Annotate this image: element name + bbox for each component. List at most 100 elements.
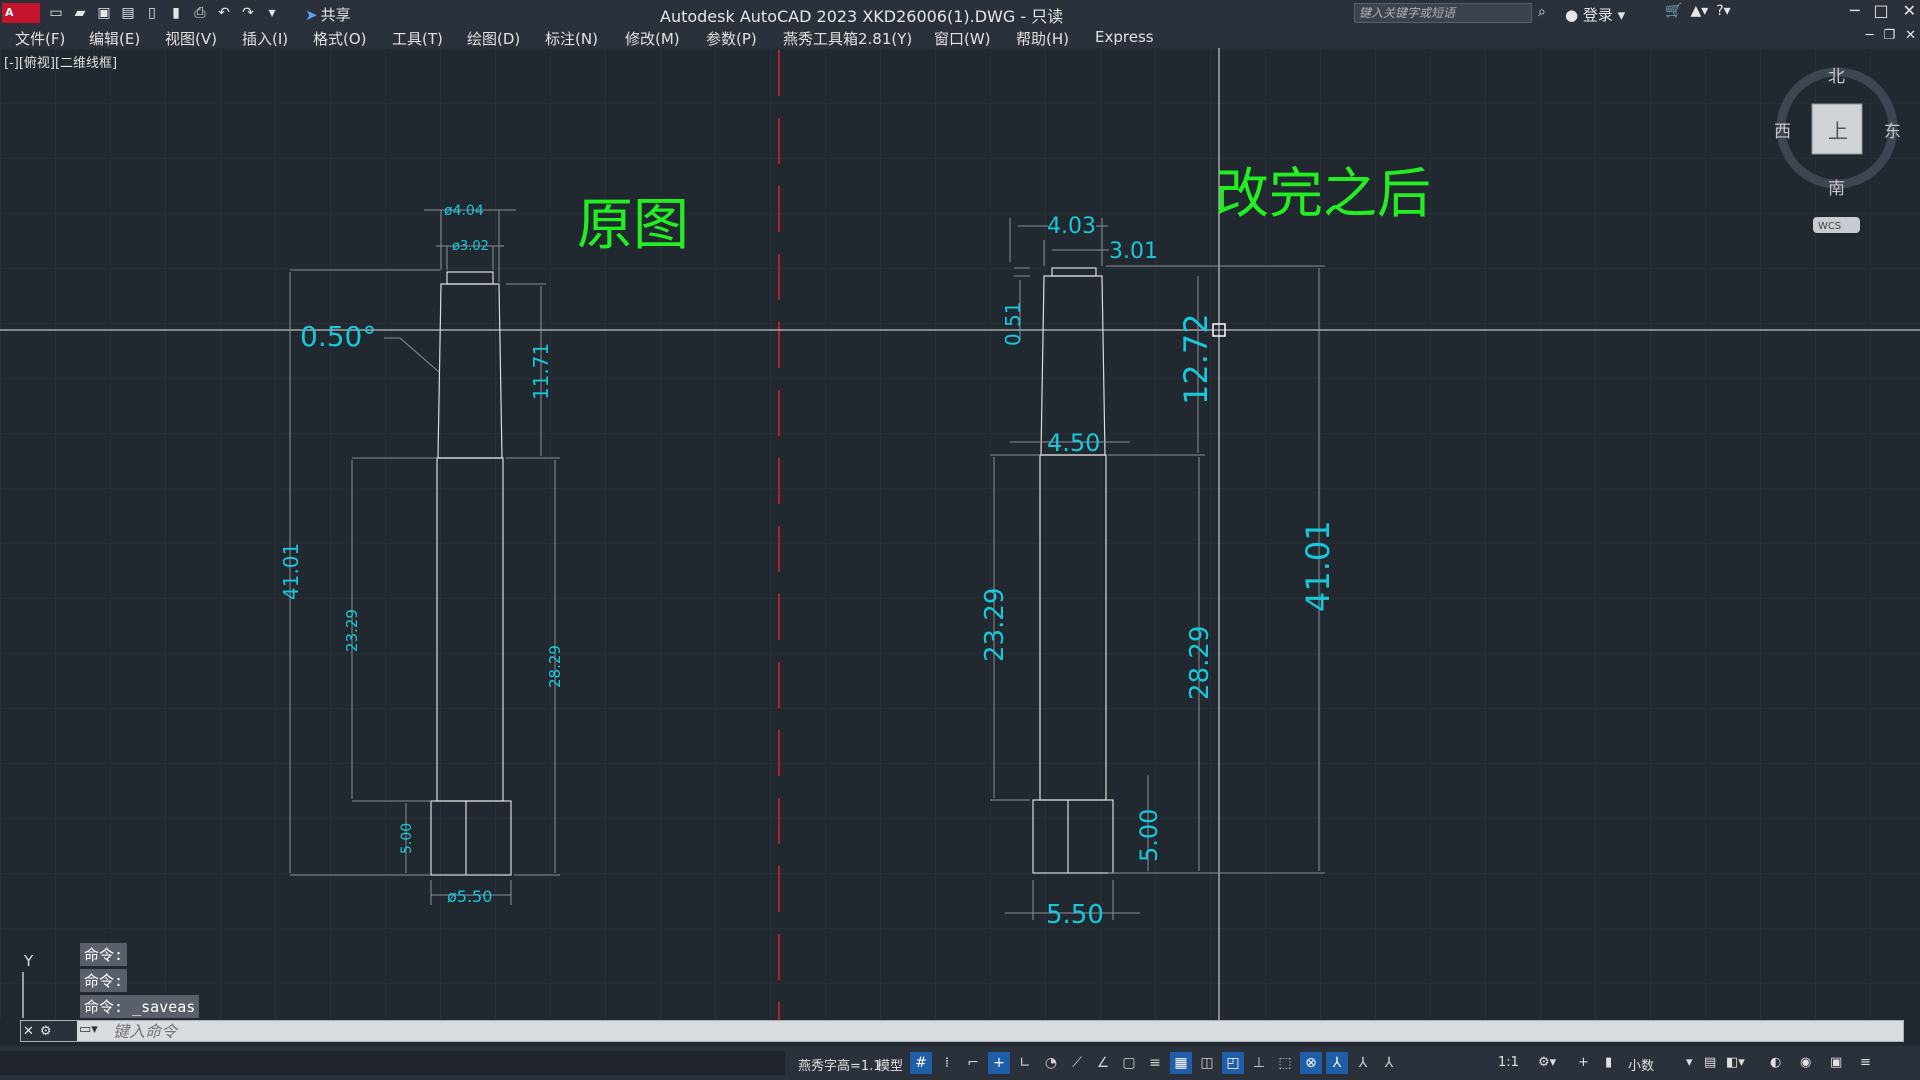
dim-inner-dia: ø3.02 bbox=[452, 239, 489, 254]
menu-window[interactable]: 窗口(W) bbox=[934, 28, 991, 49]
undo-icon[interactable]: ↶ bbox=[214, 3, 234, 23]
a360-icon[interactable]: ▲▾ bbox=[1690, 3, 1708, 19]
menu-dimension[interactable]: 标注(N) bbox=[545, 28, 598, 49]
drawing-canvas[interactable]: ø4.04 ø3.02 0.50° 11.71 41.01 23.29 28.2… bbox=[0, 48, 1920, 1020]
clean-screen-icon[interactable]: ▣ bbox=[1830, 1055, 1842, 1070]
viewport-label[interactable]: [-][俯视][二维线框] bbox=[4, 52, 117, 71]
dim-angle: 0.50° bbox=[300, 320, 376, 353]
quick-properties-icon[interactable]: ▤ bbox=[1704, 1055, 1716, 1070]
close-cmd-icon[interactable]: ✕ bbox=[23, 1024, 34, 1039]
workspace-gear-icon[interactable]: ⚙▾ bbox=[1538, 1055, 1556, 1070]
compass-north[interactable]: 北 bbox=[1828, 67, 1845, 87]
properties-icon[interactable]: ▮ bbox=[1605, 1055, 1612, 1070]
dim-r-body-right: 28.29 bbox=[1185, 626, 1215, 700]
annotation-visibility-icon[interactable]: ⅄ bbox=[1326, 1052, 1348, 1074]
menu-view[interactable]: 视图(V) bbox=[165, 28, 217, 49]
dim-r-step: 0.51 bbox=[1001, 301, 1025, 346]
lineweight-icon[interactable]: ≡ bbox=[1144, 1052, 1166, 1074]
transparency-icon[interactable]: ▦ bbox=[1170, 1052, 1192, 1074]
app-logo[interactable]: A CAD bbox=[2, 3, 40, 39]
customize-wrench-icon[interactable]: ⚙ bbox=[40, 1024, 52, 1039]
help-icon[interactable]: ?▾ bbox=[1716, 3, 1730, 19]
grid-toggle-icon[interactable]: # bbox=[910, 1052, 932, 1074]
menu-help[interactable]: 帮助(H) bbox=[1016, 28, 1069, 49]
print-icon[interactable]: ⎙ bbox=[190, 3, 210, 23]
selection-filter-icon[interactable]: ⬚ bbox=[1274, 1052, 1296, 1074]
ortho-icon[interactable]: ∟ bbox=[1014, 1052, 1036, 1074]
menu-modify[interactable]: 修改(M) bbox=[625, 28, 680, 49]
command-input[interactable] bbox=[113, 1022, 1873, 1040]
close-icon[interactable]: ✕ bbox=[1903, 1, 1916, 20]
infer-constraints-icon[interactable]: ⌐ bbox=[962, 1052, 984, 1074]
open-folder-icon[interactable]: ▰ bbox=[70, 3, 90, 23]
units-display[interactable]: 小数 bbox=[1628, 1055, 1654, 1074]
menu-file[interactable]: 文件(F) bbox=[15, 28, 65, 49]
status-bar: 燕秀字高=1.1 模型 # ⁞ ⌐ + ∟ ◔ ⟋ ∠ ▢ ≡ ▦ ◫ ◰ ⊥ … bbox=[0, 1046, 1920, 1080]
menu-yanxiu-toolbox[interactable]: 燕秀工具箱2.81(Y) bbox=[783, 28, 912, 49]
title-bar: A CAD ▭ ▰ ▣ ▤ ▯ ▮ ⎙ ↶ ↷ ▾ ➤共享 Autodesk A… bbox=[0, 0, 1920, 39]
object-snap-tracking-icon[interactable]: ∠ bbox=[1092, 1052, 1114, 1074]
selection-cycling-icon[interactable]: ◫ bbox=[1196, 1052, 1218, 1074]
menu-draw[interactable]: 绘图(D) bbox=[467, 28, 520, 49]
save-as-icon[interactable]: ▤ bbox=[118, 3, 138, 23]
doc-minimize-icon[interactable]: ─ bbox=[1866, 28, 1874, 43]
window-controls: ─ □ ✕ bbox=[1850, 1, 1916, 20]
quick-access-toolbar: ▭ ▰ ▣ ▤ ▯ ▮ ⎙ ↶ ↷ ▾ bbox=[46, 3, 282, 23]
dynamic-input-icon[interactable]: + bbox=[988, 1052, 1010, 1074]
dim-r-overall: 41.01 bbox=[1299, 520, 1337, 612]
status-toggles: # ⁞ ⌐ + ∟ ◔ ⟋ ∠ ▢ ≡ ▦ ◫ ◰ ⊥ ⬚ ⊗ ⅄ ⅄ ⅄ bbox=[910, 1052, 1400, 1074]
object-snap-icon[interactable]: ▢ bbox=[1118, 1052, 1140, 1074]
command-history-line: 命令: _saveas bbox=[80, 995, 200, 1018]
dim-base: 5.00 bbox=[399, 823, 415, 854]
doc-close-icon[interactable]: ✕ bbox=[1905, 28, 1916, 43]
share-button[interactable]: ➤ 共享 bbox=[305, 4, 351, 25]
dim-base-dia: ø5.50 bbox=[447, 887, 492, 906]
compass-east[interactable]: 东 bbox=[1884, 122, 1901, 142]
minimize-icon[interactable]: ─ bbox=[1850, 1, 1860, 20]
command-line: ✕ ⚙ ▭▾ bbox=[20, 1020, 1904, 1042]
qat-dropdown-icon[interactable]: ▾ bbox=[262, 3, 282, 23]
menu-tools[interactable]: 工具(T) bbox=[392, 28, 443, 49]
3d-osnap-icon[interactable]: ◰ bbox=[1222, 1052, 1244, 1074]
save-icon[interactable]: ▣ bbox=[94, 3, 114, 23]
isodraft-icon[interactable]: ⟋ bbox=[1066, 1052, 1088, 1074]
polar-tracking-icon[interactable]: ◔ bbox=[1040, 1052, 1062, 1074]
new-file-icon[interactable]: ▭ bbox=[46, 3, 66, 23]
yanxiu-text-height[interactable]: 燕秀字高=1.1 bbox=[798, 1055, 882, 1074]
search-icon[interactable]: ⌕ bbox=[1538, 4, 1546, 20]
model-space-button[interactable]: 模型 bbox=[877, 1055, 903, 1074]
cart-icon[interactable]: 🛒 bbox=[1665, 3, 1682, 19]
gizmo-icon[interactable]: ⊗ bbox=[1300, 1052, 1322, 1074]
maximize-icon[interactable]: □ bbox=[1873, 1, 1888, 20]
annotation-scale[interactable]: 1:1 bbox=[1498, 1055, 1519, 1070]
menu-express[interactable]: Express bbox=[1095, 28, 1154, 46]
units-dropdown-icon[interactable]: ▾ bbox=[1686, 1055, 1693, 1070]
dim-r-neck: 4.50 bbox=[1047, 429, 1100, 457]
dim-r-taper-len: 12.72 bbox=[1177, 313, 1215, 405]
snap-toggle-icon[interactable]: ⁞ bbox=[936, 1052, 958, 1074]
login-button[interactable]: ● 登录 ▾ bbox=[1565, 4, 1625, 25]
export-icon[interactable]: ▯ bbox=[142, 3, 162, 23]
hardware-accel-icon[interactable]: ◉ bbox=[1800, 1055, 1811, 1070]
lock-ui-icon[interactable]: ◧▾ bbox=[1726, 1055, 1745, 1070]
dim-r-body-left: 23.29 bbox=[980, 588, 1010, 662]
publish-icon[interactable]: ▮ bbox=[166, 3, 186, 23]
annotation-monitor-icon[interactable]: + bbox=[1578, 1055, 1589, 1070]
user-icon: ● bbox=[1565, 6, 1579, 24]
menu-insert[interactable]: 插入(I) bbox=[242, 28, 288, 49]
ucs-y-label: Y bbox=[23, 952, 34, 970]
annotation-scale-icon[interactable]: ⅄ bbox=[1378, 1052, 1400, 1074]
isolate-objects-icon[interactable]: ◐ bbox=[1770, 1055, 1781, 1070]
doc-restore-icon[interactable]: ❐ bbox=[1883, 28, 1895, 43]
menu-format[interactable]: 格式(O) bbox=[313, 28, 367, 49]
menu-parameter[interactable]: 参数(P) bbox=[706, 28, 757, 49]
customization-icon[interactable]: ≡ bbox=[1860, 1055, 1871, 1070]
menu-edit[interactable]: 编辑(E) bbox=[89, 28, 140, 49]
search-input[interactable]: 键入关键字或短语 bbox=[1354, 3, 1532, 23]
dynamic-ucs-icon[interactable]: ⊥ bbox=[1248, 1052, 1270, 1074]
compass-south[interactable]: 南 bbox=[1828, 179, 1845, 199]
compass-west[interactable]: 西 bbox=[1774, 122, 1791, 142]
redo-icon[interactable]: ↷ bbox=[238, 3, 258, 23]
auto-scale-icon[interactable]: ⅄ bbox=[1352, 1052, 1374, 1074]
command-history-line: 命令: bbox=[80, 969, 128, 992]
